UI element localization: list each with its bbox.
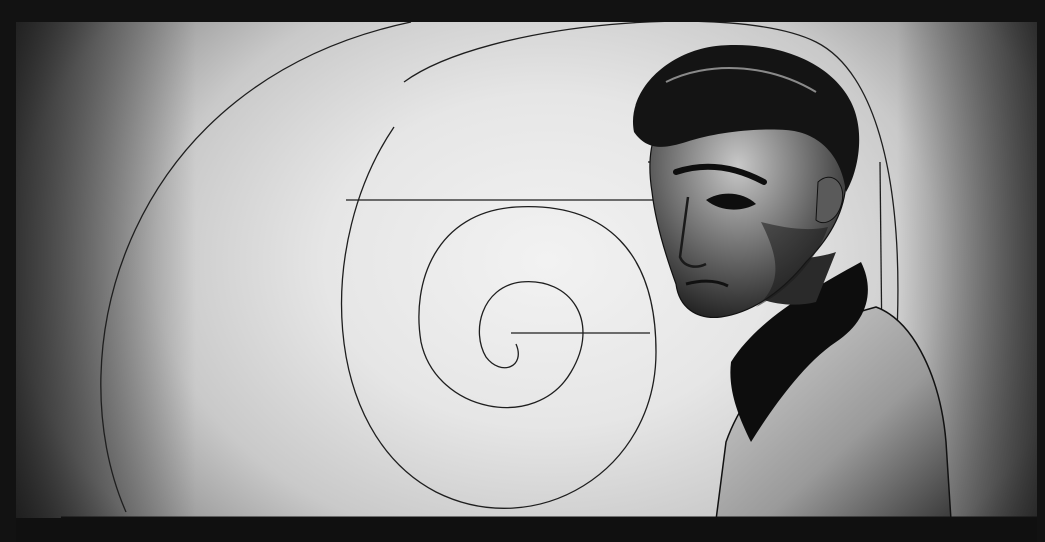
spiral-mid-arc xyxy=(340,126,657,509)
bottom-border xyxy=(16,518,1037,542)
artwork-illustration xyxy=(61,22,1037,520)
spiral-outer-arc xyxy=(100,22,412,513)
image-frame xyxy=(0,0,1045,542)
artwork-canvas xyxy=(16,22,1037,520)
portrait xyxy=(632,45,952,520)
